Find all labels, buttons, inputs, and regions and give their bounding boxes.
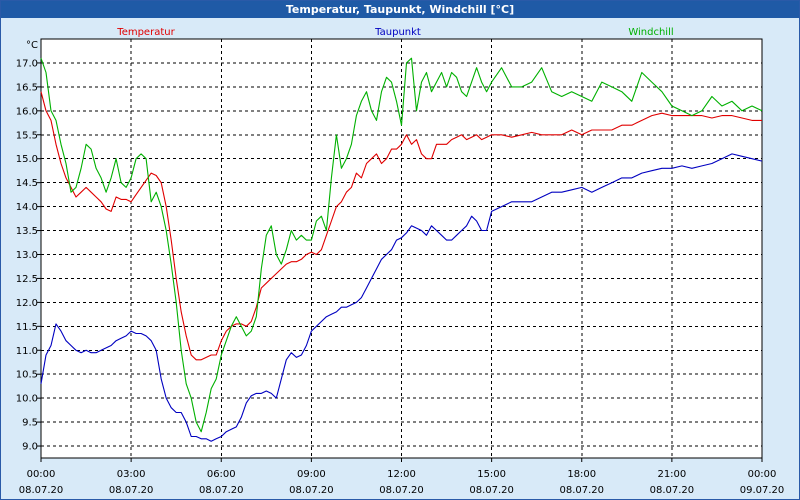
x-tick-date: 08.07.20 bbox=[650, 485, 695, 496]
y-tick-label: 12.5 bbox=[16, 274, 38, 285]
x-tick-time: 06:00 bbox=[207, 469, 236, 480]
y-tick-label: 10.0 bbox=[16, 394, 38, 405]
y-tick-label: 13.0 bbox=[16, 250, 38, 261]
x-tick-time: 00:00 bbox=[27, 469, 56, 480]
x-tick-time: 12:00 bbox=[387, 469, 416, 480]
y-tick-label: 16.0 bbox=[16, 106, 38, 117]
x-tick-date: 08.07.20 bbox=[109, 485, 154, 496]
x-tick-time: 09:00 bbox=[297, 469, 326, 480]
y-tick-label: 17.0 bbox=[16, 58, 38, 69]
y-tick-label: 16.5 bbox=[16, 82, 38, 93]
x-tick-time: 18:00 bbox=[567, 469, 596, 480]
x-tick-time: 00:00 bbox=[748, 469, 777, 480]
x-axis-ticks: 00:00 08.07.20 03:00 08.07.20 06:00 08.07.20 0… bbox=[19, 458, 785, 496]
chart-svg: °C 9.0 9.5 10.0 10.5 11.0 11.5 12.0 12.5 13.0 13.… bbox=[16, 27, 785, 496]
y-tick-label: 11.5 bbox=[16, 322, 38, 333]
chart-window: Temperatur, Taupunkt, Windchill [°C] °C … bbox=[0, 0, 800, 500]
y-axis-ticks: 9.0 9.5 10.0 10.5 11.0 11.5 12.0 12.5 13.0 13.5 14… bbox=[16, 58, 41, 453]
x-tick-date: 08.07.20 bbox=[19, 485, 64, 496]
x-tick-date: 09.07.20 bbox=[740, 485, 785, 496]
y-tick-label: 11.0 bbox=[16, 346, 38, 357]
y-tick-label: 9.5 bbox=[22, 418, 38, 429]
y-unit-label: °C bbox=[26, 40, 38, 51]
y-tick-label: 12.0 bbox=[16, 298, 38, 309]
y-tick-label: 9.0 bbox=[22, 442, 38, 453]
x-tick-date: 08.07.20 bbox=[289, 485, 334, 496]
x-tick-time: 21:00 bbox=[657, 469, 686, 480]
y-tick-label: 13.5 bbox=[16, 226, 38, 237]
x-tick-date: 08.07.20 bbox=[469, 485, 514, 496]
x-tick-date: 08.07.20 bbox=[199, 485, 244, 496]
x-tick-date: 08.07.20 bbox=[559, 485, 604, 496]
y-tick-label: 14.0 bbox=[16, 202, 38, 213]
y-tick-label: 10.5 bbox=[16, 370, 38, 381]
legend-windchill: Windchill bbox=[628, 27, 673, 38]
x-tick-time: 03:00 bbox=[117, 469, 146, 480]
legend-temperatur: Temperatur bbox=[116, 27, 175, 38]
legend-taupunkt: Taupunkt bbox=[374, 27, 421, 38]
y-tick-label: 15.5 bbox=[16, 130, 38, 141]
y-tick-label: 14.5 bbox=[16, 178, 38, 189]
x-tick-time: 15:00 bbox=[477, 469, 506, 480]
y-tick-label: 15.0 bbox=[16, 154, 38, 165]
x-tick-date: 08.07.20 bbox=[379, 485, 424, 496]
legend: Temperatur Taupunkt Windchill bbox=[116, 27, 673, 38]
